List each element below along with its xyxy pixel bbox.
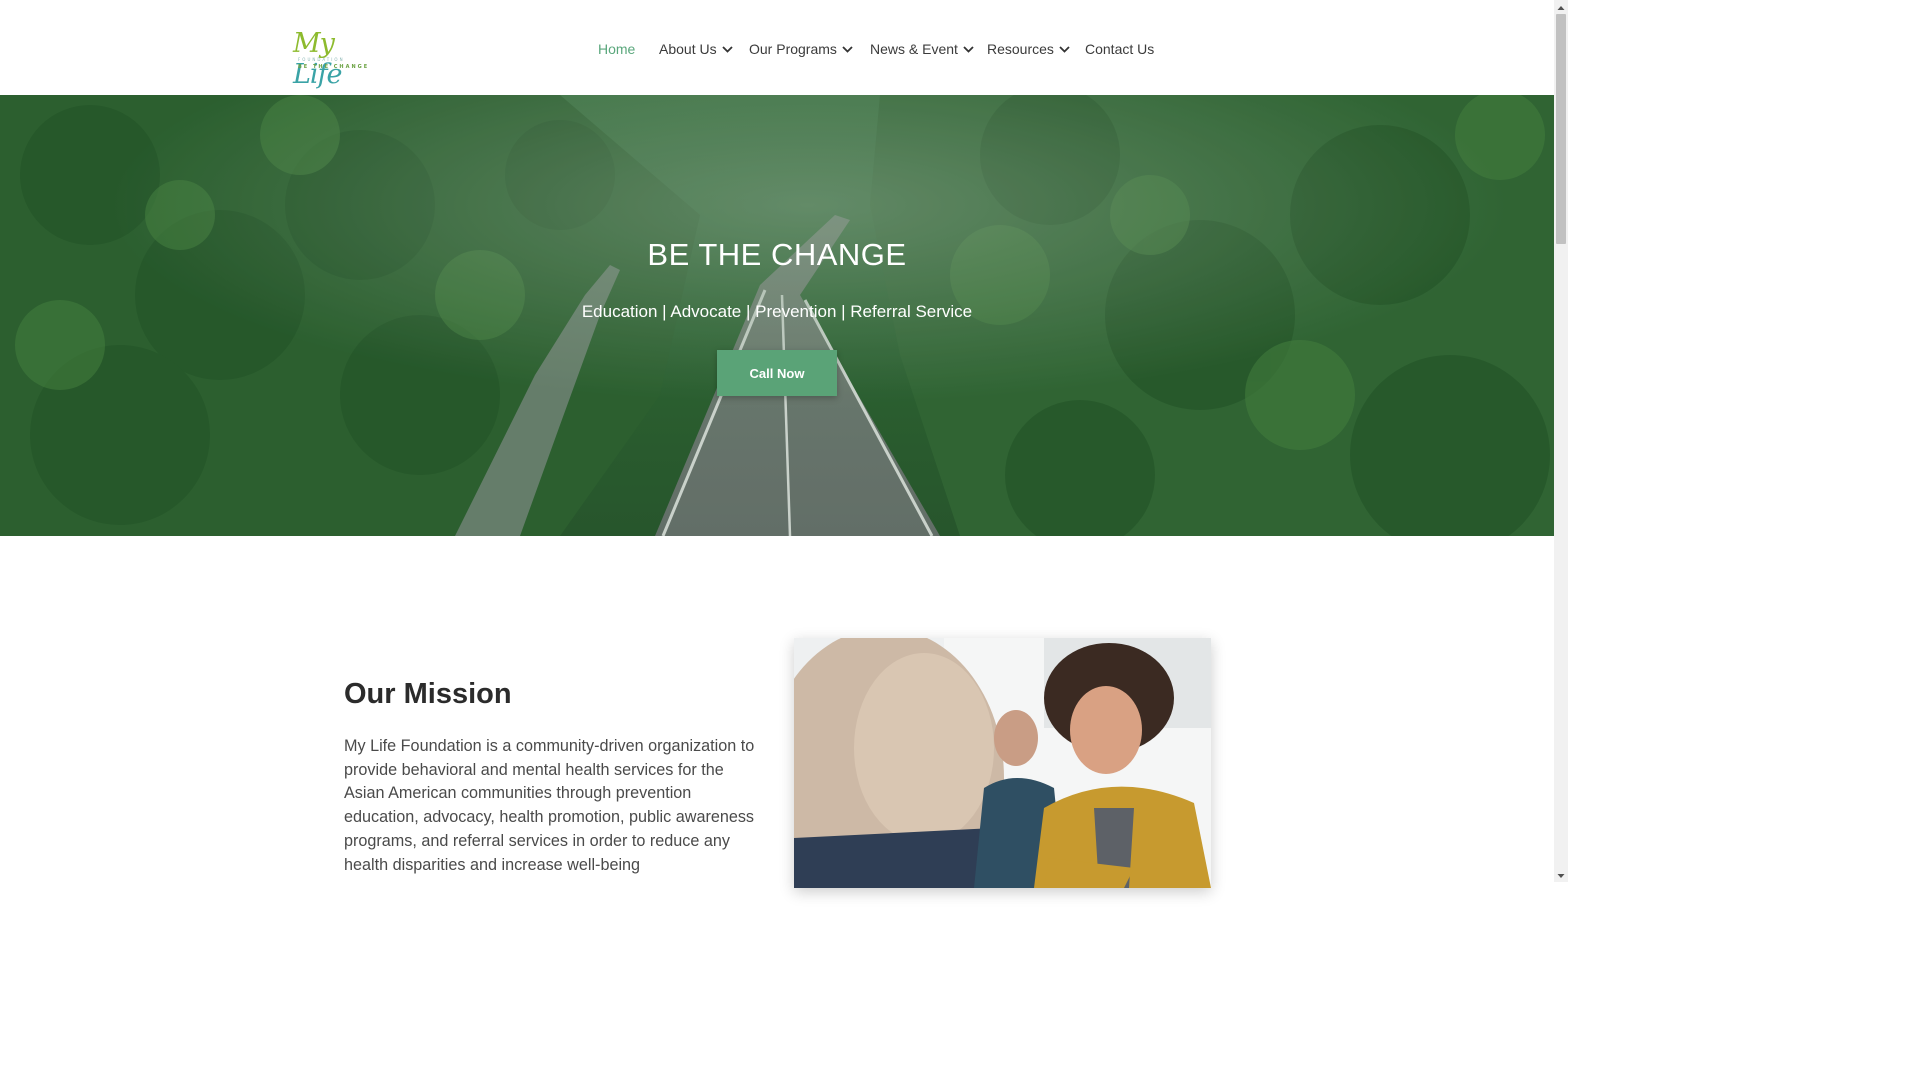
hero-title: BE THE CHANGE	[647, 237, 907, 272]
logo-tagline: BE THE CHANGE	[298, 64, 370, 70]
call-now-button[interactable]: Call Now	[717, 350, 837, 396]
logo-my: My	[293, 28, 335, 59]
site-logo[interactable]: My Life FOUNDATION BE THE CHANGE	[293, 28, 375, 90]
nav-item-home[interactable]: Home	[598, 39, 635, 59]
chevron-down-icon[interactable]	[841, 43, 854, 56]
nav-item-label: About Us	[659, 41, 717, 57]
scrollbar-thumb[interactable]	[1556, 14, 1566, 244]
mission-photo	[794, 638, 1211, 888]
nav-item-label: Home	[598, 41, 636, 57]
people-meeting-image	[794, 638, 1211, 888]
nav-item-contact-us[interactable]: Contact Us	[1085, 39, 1154, 59]
scroll-down-arrow[interactable]	[1554, 868, 1568, 882]
nav-item-about-us[interactable]: About Us	[659, 39, 734, 59]
nav-item-label: Our Programs	[749, 41, 837, 57]
nav-item-news-event[interactable]: News & Event	[870, 39, 975, 59]
mission-text: My Life Foundation is a community-driven…	[344, 737, 755, 874]
chevron-down-icon[interactable]	[721, 43, 734, 56]
nav-item-label: Contact Us	[1085, 41, 1155, 57]
mission-title: Our Mission	[344, 678, 512, 710]
nav-item-resources[interactable]: Resources	[987, 39, 1071, 59]
scroll-up-arrow[interactable]	[1554, 0, 1568, 14]
logo-foundation: FOUNDATION	[298, 57, 345, 62]
site-header: My Life FOUNDATION BE THE CHANGE Home Ab…	[0, 0, 1554, 95]
nav-item-label: News & Event	[870, 41, 958, 57]
chevron-down-icon[interactable]	[962, 43, 975, 56]
nav-item-our-programs[interactable]: Our Programs	[749, 39, 854, 59]
chevron-down-icon[interactable]	[1058, 43, 1071, 56]
page-scrollbar[interactable]	[1554, 0, 1568, 882]
hero-subtitle: Education | Advocate | Prevention | Refe…	[581, 302, 973, 321]
nav-item-label: Resources	[987, 41, 1054, 57]
